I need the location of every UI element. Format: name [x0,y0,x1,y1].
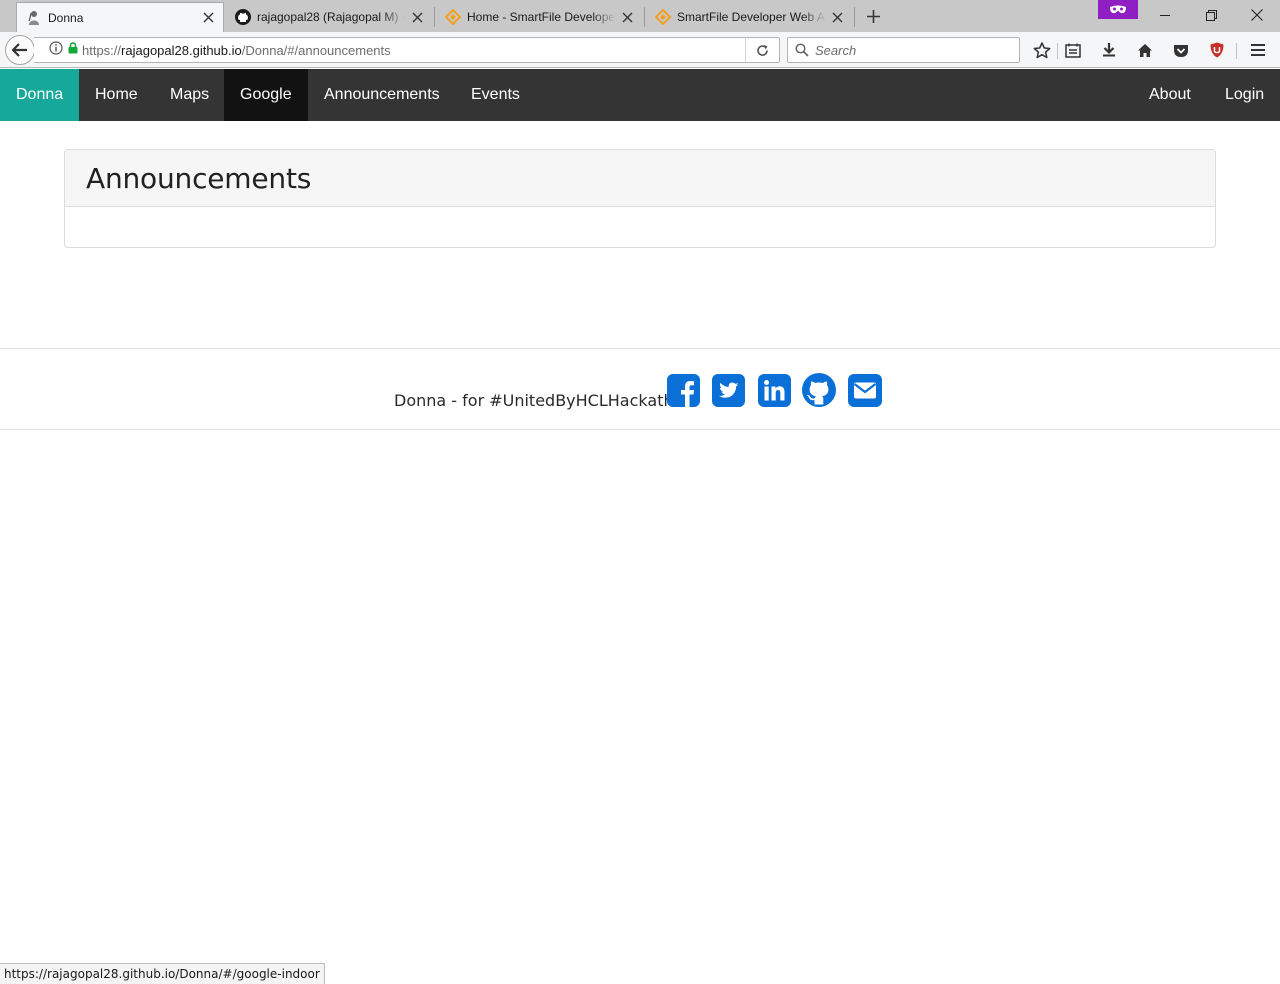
linkedin-icon[interactable] [757,373,791,407]
nav-item-announcements[interactable]: Announcements [308,69,456,121]
donna-favicon-icon [26,10,42,26]
status-bar-url: https://rajagopal28.github.io/Donna/#/go… [0,963,325,984]
tab-github[interactable]: rajagopal28 (Rajagopal M) · GitHub [226,2,432,32]
tab-separator [644,7,645,27]
github-icon [235,9,251,25]
url-scheme: https:// [82,42,122,58]
ublock-shield-icon[interactable] [1204,37,1230,63]
search-input[interactable] [815,42,1005,58]
url-path: /Donna/#/announcements [241,42,391,58]
url-domain: rajagopal28.github.io [121,42,242,58]
nav-item-about[interactable]: About [1133,69,1207,121]
home-icon[interactable] [1132,37,1158,63]
nav-item-home[interactable]: Home [79,69,154,121]
restore-window-icon[interactable] [1188,0,1234,30]
tab-separator [434,7,435,27]
footer-divider [0,348,1280,349]
nav-item-maps[interactable]: Maps [154,69,225,121]
announcements-card: Announcements [64,149,1216,248]
tab-title: Donna [48,10,197,25]
nav-item-events[interactable]: Events [455,69,536,121]
menu-hamburger-icon[interactable] [1245,37,1271,63]
new-tab-plus-icon[interactable] [862,5,884,27]
pocket-icon[interactable] [1168,37,1194,63]
twitter-icon[interactable] [711,373,745,407]
reading-list-icon[interactable] [1060,37,1086,63]
reload-icon[interactable] [745,38,779,62]
tab-strip: Donna rajagopal28 (Rajagopal M) · GitHub… [0,0,1280,32]
nav-item-login[interactable]: Login [1209,69,1280,121]
secure-lock-icon[interactable] [68,41,78,59]
private-browsing-mask-icon [1098,0,1138,19]
url-text[interactable]: https://rajagopal28.github.io/Donna/#/an… [82,43,745,58]
tab-title: SmartFile Developer Web API [677,10,826,24]
info-icon[interactable] [49,40,63,60]
search-icon [795,43,809,57]
minimize-window-icon[interactable] [1142,0,1188,30]
tab-smartfile-api[interactable]: SmartFile Developer Web API [646,2,852,32]
toolbar-separator [1057,43,1058,59]
footer-text: Donna - for #UnitedByHCLHackathon [394,391,694,410]
footer-divider [0,429,1280,430]
tab-title: rajagopal28 (Rajagopal M) · GitHub [257,10,406,24]
tab-separator [854,7,855,27]
tab-title: Home - SmartFile Developers [467,10,616,24]
browser-toolbar: https://rajagopal28.github.io/Donna/#/an… [0,32,1280,68]
email-icon[interactable] [848,373,882,407]
card-header: Announcements [65,150,1215,207]
nav-item-google[interactable]: Google [224,69,308,121]
close-tab-icon[interactable] [826,6,848,28]
close-tab-icon[interactable] [406,6,428,28]
nav-brand-donna[interactable]: Donna [0,69,79,121]
bookmark-star-icon[interactable] [1029,37,1055,63]
site-navbar: Donna Home Maps Google Announcements Eve… [0,69,1280,121]
toolbar-separator [1236,43,1237,59]
back-button[interactable] [5,35,35,65]
tab-smartfile-home[interactable]: Home - SmartFile Developers [436,2,642,32]
tab-donna[interactable]: Donna [16,2,224,32]
close-window-icon[interactable] [1234,0,1280,30]
close-tab-icon[interactable] [616,6,638,28]
github-icon[interactable] [802,373,836,407]
page-title: Announcements [86,161,312,195]
facebook-icon[interactable] [666,373,700,407]
smartfile-icon [445,9,461,25]
url-bar[interactable]: https://rajagopal28.github.io/Donna/#/an… [34,37,780,63]
download-icon[interactable] [1096,37,1122,63]
smartfile-icon [655,9,671,25]
close-tab-icon[interactable] [197,7,219,29]
search-bar[interactable] [787,37,1020,63]
